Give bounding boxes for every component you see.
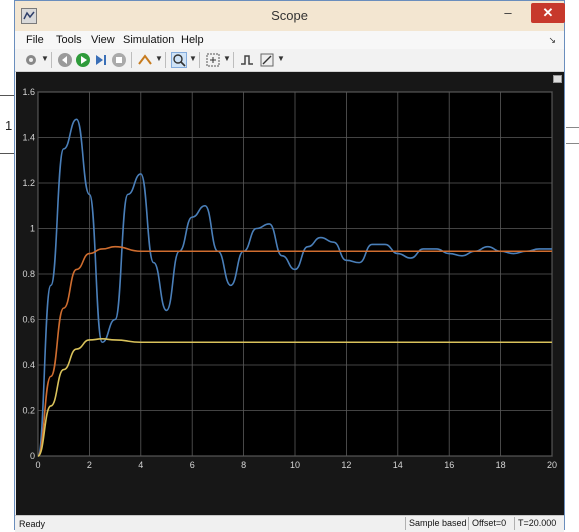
x-tick-label: 8 xyxy=(241,460,246,470)
menu-simulation[interactable]: Simulation xyxy=(123,34,174,46)
settings-dropdown-icon[interactable]: ▼ xyxy=(41,54,49,63)
menu-bar: File Tools View Simulation Help ↘ xyxy=(15,31,564,49)
triggers-icon[interactable] xyxy=(239,52,255,68)
sample-mode-label: Sample based xyxy=(405,517,467,530)
background-signal-line xyxy=(566,143,579,144)
x-tick-label: 2 xyxy=(87,460,92,470)
y-tick-label: 0.6 xyxy=(22,315,35,325)
highlight-dropdown-icon[interactable]: ▼ xyxy=(155,54,163,63)
toolbar-separator xyxy=(199,52,200,68)
zoom-icon[interactable] xyxy=(171,52,187,68)
x-tick-label: 10 xyxy=(290,460,300,470)
y-tick-label: 1 xyxy=(30,224,35,234)
menu-tools[interactable]: Tools xyxy=(56,34,82,46)
window-title: Scope xyxy=(271,8,308,23)
measurements-dropdown-icon[interactable]: ▼ xyxy=(277,54,285,63)
time-label: T=20.000 xyxy=(514,517,556,530)
y-tick-label: 0.4 xyxy=(22,360,35,370)
x-tick-label: 4 xyxy=(138,460,143,470)
scope-window: Scope – □ ✕ File Tools View Simulation H… xyxy=(14,0,565,532)
status-bar: Ready Sample based Offset=0 T=20.000 xyxy=(15,515,564,532)
y-tick-label: 1.6 xyxy=(22,87,35,97)
menu-view[interactable]: View xyxy=(91,34,115,46)
run-icon[interactable] xyxy=(75,52,91,68)
status-text: Ready xyxy=(19,519,46,529)
autoscale-dropdown-icon[interactable]: ▼ xyxy=(223,54,231,63)
scope-axes[interactable]: 0 2 4 6 8 10 12 14 16 18 20 0 0.2 0.4 0.6 0.8 1 1.2 1.4 1.6 xyxy=(16,72,564,515)
undock-icon[interactable] xyxy=(553,75,562,83)
cursor-measurements-icon[interactable] xyxy=(259,52,275,68)
toolbar-separator xyxy=(233,52,234,68)
menu-file[interactable]: File xyxy=(26,34,44,46)
x-tick-label: 14 xyxy=(393,460,403,470)
close-button[interactable]: ✕ xyxy=(531,3,565,23)
step-back-icon[interactable] xyxy=(57,52,73,68)
background-block-label: 1 xyxy=(5,118,13,133)
offset-label: Offset=0 xyxy=(468,517,506,530)
step-forward-icon[interactable] xyxy=(93,52,109,68)
y-tick-label: 0.2 xyxy=(22,406,35,416)
x-tick-label: 12 xyxy=(341,460,351,470)
y-tick-label: 0 xyxy=(30,451,35,461)
toolbar-separator xyxy=(51,52,52,68)
toolbar: ▼ ▼ ▼ ▼ ▼ xyxy=(15,49,564,72)
x-tick-label: 20 xyxy=(547,460,557,470)
menu-pin-icon[interactable]: ↘ xyxy=(548,35,556,46)
menu-help[interactable]: Help xyxy=(181,34,204,46)
minimize-button[interactable]: – xyxy=(497,3,519,23)
x-tick-label: 0 xyxy=(35,460,40,470)
x-tick-label: 6 xyxy=(190,460,195,470)
plot-panel: 0 2 4 6 8 10 12 14 16 18 20 0 0.2 0.4 0.6 0.8 1 1.2 1.4 1.6 xyxy=(16,72,564,515)
highlight-icon[interactable] xyxy=(137,52,153,68)
toolbar-separator xyxy=(165,52,166,68)
autoscale-icon[interactable] xyxy=(205,52,221,68)
background-signal-line xyxy=(566,127,579,128)
y-tick-label: 1.2 xyxy=(22,178,35,188)
toolbar-separator xyxy=(131,52,132,68)
title-bar[interactable]: Scope – □ ✕ xyxy=(15,1,565,32)
stop-icon[interactable] xyxy=(111,52,127,68)
zoom-dropdown-icon[interactable]: ▼ xyxy=(189,54,197,63)
y-tick-label: 0.8 xyxy=(22,269,35,279)
settings-icon[interactable] xyxy=(23,52,39,68)
y-tick-label: 1.4 xyxy=(22,133,35,143)
x-tick-label: 16 xyxy=(444,460,454,470)
x-tick-label: 18 xyxy=(496,460,506,470)
